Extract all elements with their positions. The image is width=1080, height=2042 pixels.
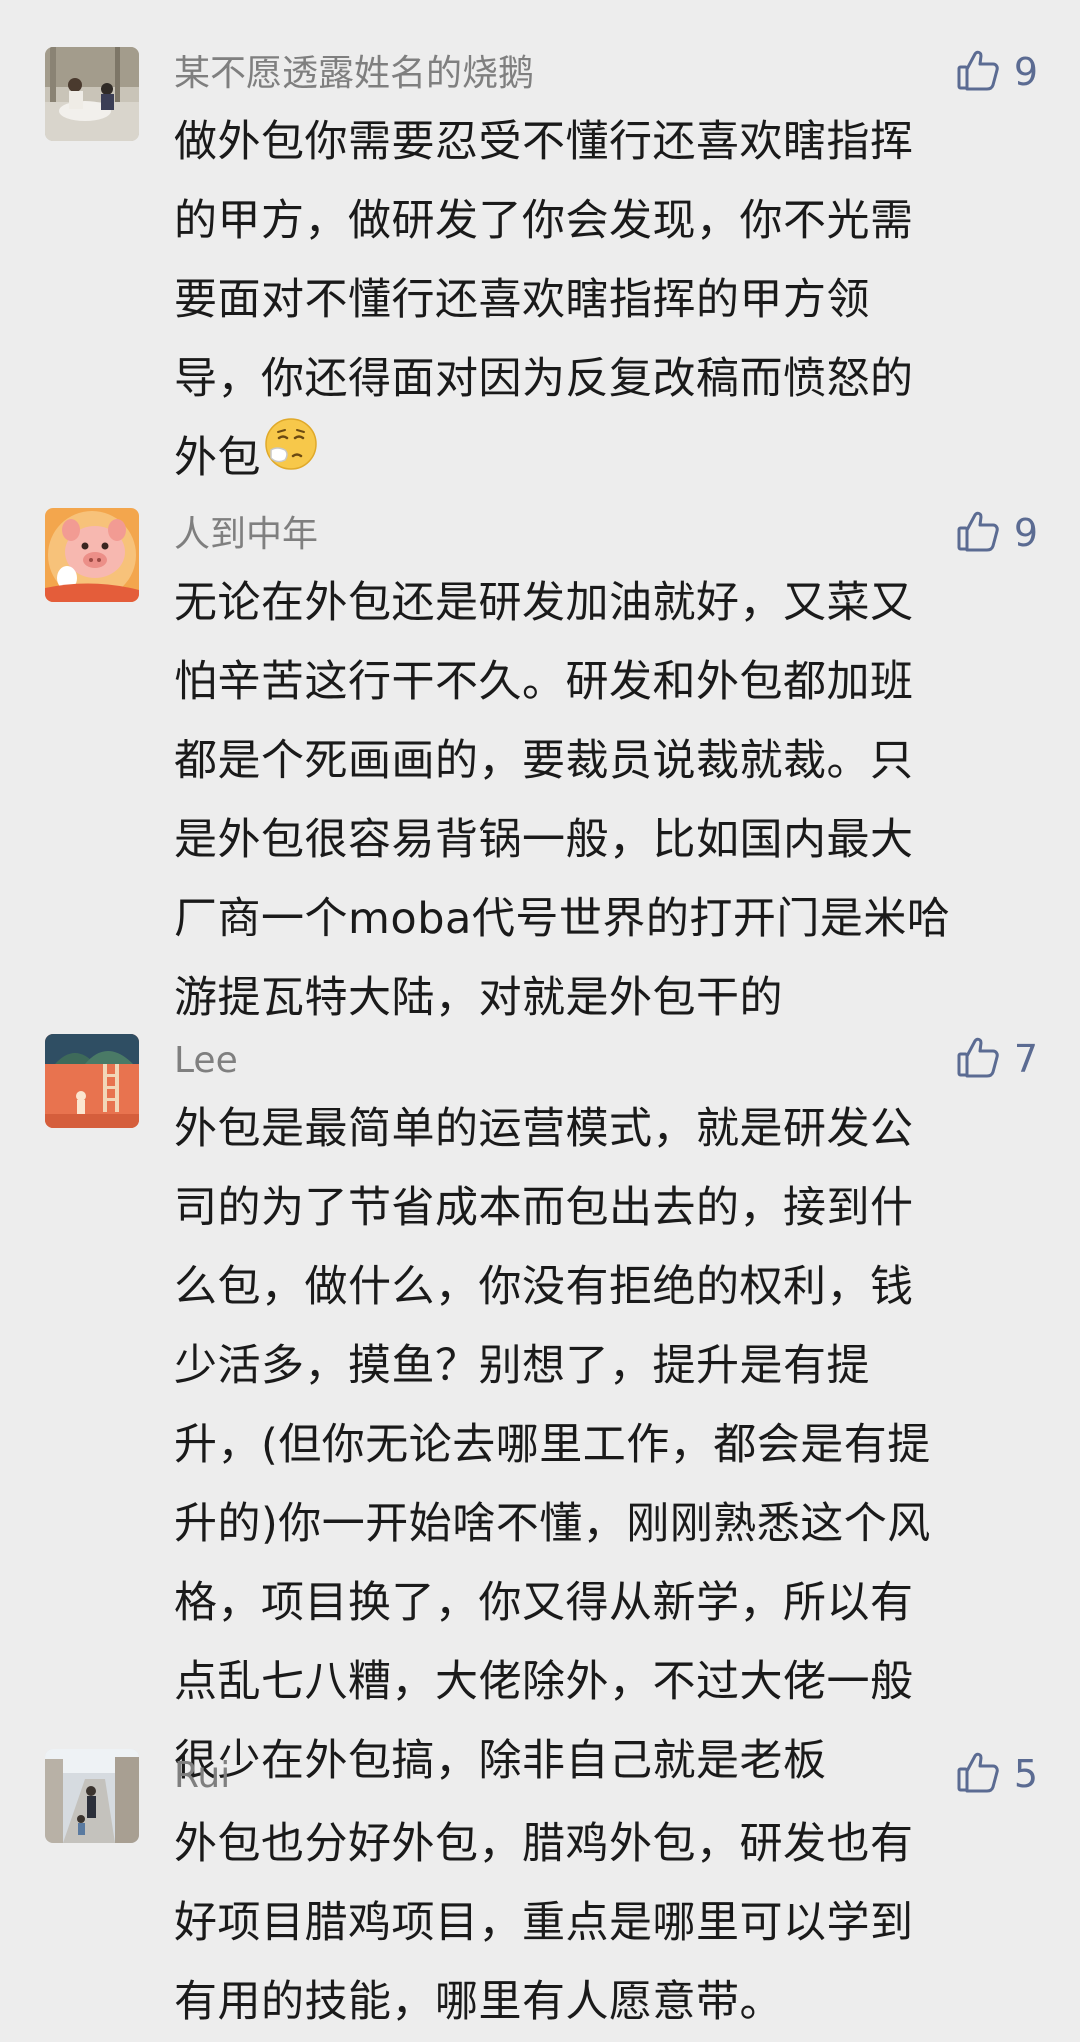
like-button[interactable]: 9: [956, 47, 1038, 97]
comment-line: 怕辛苦这行干不久。研发和外包都加班: [174, 657, 914, 707]
comment-line: 少活多，摸鱼？别想了，提升是有提: [174, 1341, 870, 1391]
comment-line: 外包也分好外包，腊鸡外包，研发也有: [174, 1819, 914, 1869]
comment-text: 外包也分好外包，腊鸡外包，研发也有 好项目腊鸡项目，重点是哪里可以学到 有用的技…: [174, 1805, 1034, 2042]
username[interactable]: Lee: [174, 1038, 238, 1084]
avatar[interactable]: [45, 508, 139, 602]
comment-line-last: 外包: [174, 416, 1034, 498]
username[interactable]: Rui: [174, 1753, 230, 1799]
like-button[interactable]: 7: [956, 1034, 1038, 1084]
sneezing-face-emoji-icon: [263, 416, 319, 498]
comment-line: 都是个死画画的，要裁员说裁就裁。只: [174, 736, 914, 786]
like-count: 7: [1013, 1037, 1038, 1081]
comment-line: 好项目腊鸡项目，重点是哪里可以学到: [174, 1898, 914, 1948]
comment-text: 外包是最简单的运营模式，就是研发公 司的为了节省成本而包出去的，接到什 么包，做…: [174, 1090, 1034, 1801]
comment-text: 做外包你需要忍受不懂行还喜欢瞎指挥 的甲方，做研发了你会发现，你不光需 要面对不…: [174, 103, 1034, 498]
comment-line: 游提瓦特大陆，对就是外包干的: [174, 973, 783, 1023]
thumbs-up-icon: [956, 1750, 1000, 1798]
comment-line: 导，你还得面对因为反复改稿而愤怒的: [174, 354, 914, 404]
comment-line: 外包: [174, 433, 261, 483]
username[interactable]: 人到中年: [174, 512, 318, 558]
comment-line: 司的为了节省成本而包出去的，接到什: [174, 1183, 914, 1233]
comment-line: 么包，做什么，你没有拒绝的权利，钱: [174, 1262, 914, 1312]
comment-line: 升，(但你无论去哪里工作，都会是有提: [174, 1420, 931, 1470]
like-button[interactable]: 5: [956, 1749, 1038, 1799]
thumbs-up-icon: [956, 509, 1000, 557]
comment-line: 很少在外包搞，除非自己就是老板: [174, 1736, 827, 1786]
like-count: 5: [1013, 1752, 1038, 1796]
avatar[interactable]: [45, 1749, 139, 1843]
comment-line: 外包是最简单的运营模式，就是研发公: [174, 1104, 914, 1154]
comment-line: 要面对不懂行还喜欢瞎指挥的甲方领: [174, 275, 870, 325]
comment-line: 点乱七八糟，大佬除外，不过大佬一般: [174, 1657, 914, 1707]
comment-line: 无论在外包还是研发加油就好，又菜又: [174, 578, 914, 628]
comment-line: 做外包你需要忍受不懂行还喜欢瞎指挥: [174, 117, 914, 167]
username[interactable]: 某不愿透露姓名的烧鹅: [174, 51, 534, 97]
comment-line: 有用的技能，哪里有人愿意带。: [174, 1977, 783, 2027]
thumbs-up-icon: [956, 1035, 1000, 1083]
thumbs-up-icon: [956, 48, 1000, 96]
avatar[interactable]: [45, 1034, 139, 1128]
avatar[interactable]: [45, 47, 139, 141]
like-count: 9: [1013, 511, 1038, 555]
like-button[interactable]: 9: [956, 508, 1038, 558]
comment-line: 是外包很容易背锅一般，比如国内最大: [174, 815, 914, 865]
like-count: 9: [1013, 50, 1038, 94]
comment-line: 升的)你一开始啥不懂，刚刚熟悉这个风: [174, 1499, 931, 1549]
comment-line: 格，项目换了，你又得从新学，所以有: [174, 1578, 914, 1628]
comment-line: 的甲方，做研发了你会发现，你不光需: [174, 196, 914, 246]
comment-text: 无论在外包还是研发加油就好，又菜又 怕辛苦这行干不久。研发和外包都加班 都是个死…: [174, 564, 1034, 1038]
comment-line: 厂商一个moba代号世界的打开门是米哈: [174, 894, 951, 944]
